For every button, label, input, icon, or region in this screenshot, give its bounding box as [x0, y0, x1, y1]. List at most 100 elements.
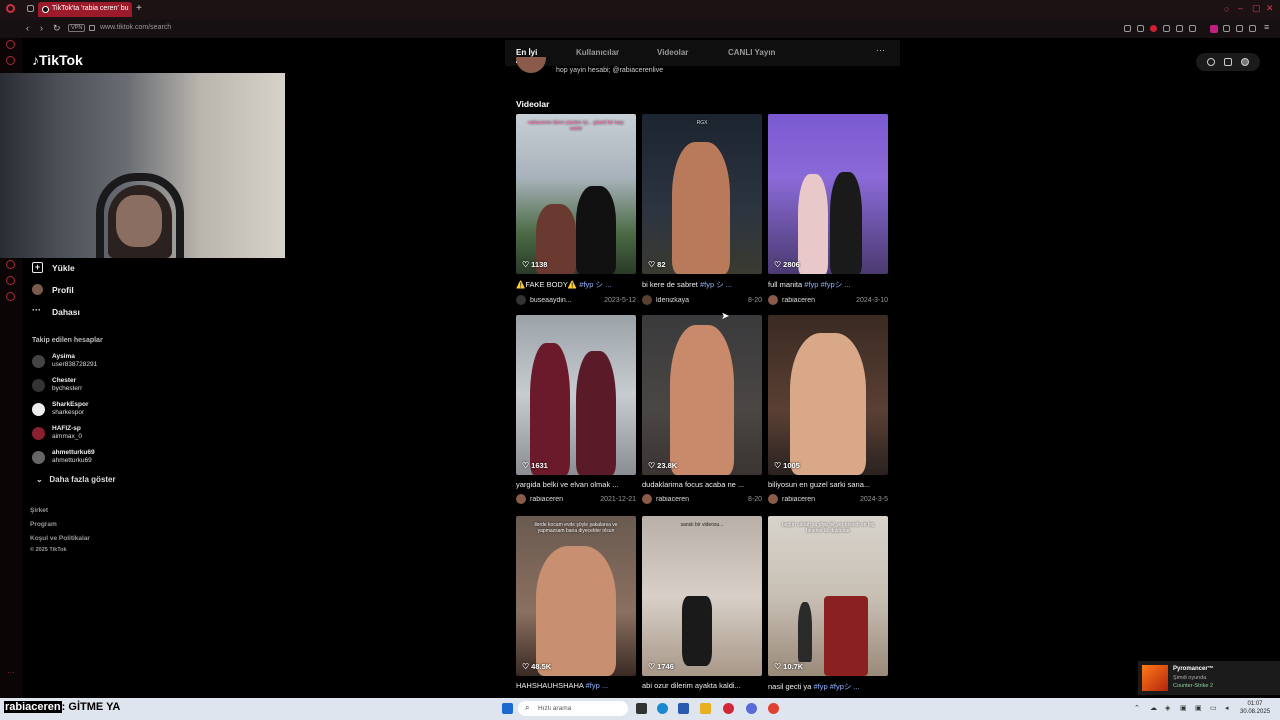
menu-more[interactable]: ··· Dahası [32, 306, 80, 317]
show-more-link[interactable]: ⌄ Daha fazla göster [36, 475, 116, 484]
video-card[interactable]: ilerde kocam evde şöyle şakalarsa ve yap… [516, 516, 636, 690]
video-thumbnail[interactable]: ♡ 1631 [516, 315, 636, 475]
video-card[interactable]: bugün sabah su diye bir yer tıkandı ve h… [768, 516, 888, 692]
video-author[interactable]: buseaaydin... [530, 297, 600, 304]
tab-live[interactable]: CANLI Yayın [728, 48, 775, 57]
opera-logo-icon[interactable] [6, 4, 15, 13]
sidebar-messenger-icon[interactable] [6, 56, 15, 65]
video-author[interactable]: rabiaceren [530, 496, 596, 503]
store-icon[interactable] [678, 703, 689, 714]
sidebar-history-icon[interactable] [6, 260, 15, 269]
video-thumbnail[interactable]: ♡ 23.8K [642, 315, 762, 475]
task-view-icon[interactable] [636, 703, 647, 714]
video-title[interactable]: nasil gecti ya #fyp #fypシ ... [768, 681, 888, 692]
back-icon[interactable]: ‹ [26, 23, 29, 33]
author-avatar[interactable] [768, 295, 778, 305]
tray-monitor-icon[interactable]: ▭ [1210, 704, 1217, 712]
user-result-avatar[interactable] [516, 57, 546, 73]
followed-account[interactable]: Chester bychesterr [32, 377, 82, 393]
player-icon[interactable] [1176, 25, 1183, 32]
tab-top[interactable]: En İyi [516, 48, 537, 57]
snapshot-icon[interactable] [1137, 25, 1144, 32]
followed-account[interactable]: ahmetturku69 ahmetturku69 [32, 449, 95, 465]
video-author[interactable]: ldenizkaya [656, 297, 744, 304]
phone-icon[interactable] [1223, 58, 1232, 66]
menu-profile[interactable]: Profil [32, 284, 74, 295]
tab-users[interactable]: Kullanıcılar [576, 48, 619, 57]
video-hashtag[interactable]: #fyp シ ... [579, 280, 611, 289]
video-thumbnail[interactable]: ♡ 2806 [768, 114, 888, 274]
author-avatar[interactable] [516, 494, 526, 504]
author-avatar[interactable] [642, 494, 652, 504]
translate-icon[interactable] [1163, 25, 1170, 32]
video-card[interactable]: ♡ 1631 yargida belki ve elvan olmak ... r… [516, 315, 636, 504]
video-hashtag[interactable]: #fyp #fypシ ... [813, 682, 859, 691]
menu-upload[interactable]: + Yükle [32, 262, 75, 273]
video-title[interactable]: full manita #fyp #fypシ ... [768, 279, 888, 290]
url-field[interactable]: www.tiktok.com/search [100, 24, 171, 31]
discord-icon[interactable] [746, 703, 757, 714]
video-title[interactable]: biliyosun en guzel sarki sana... [768, 480, 888, 489]
author-avatar[interactable] [768, 494, 778, 504]
tiktok-logo[interactable]: ♪TikTok [32, 52, 83, 68]
compass-icon[interactable] [1206, 58, 1215, 66]
profile-avatar-icon[interactable] [1241, 58, 1250, 66]
sidebar-more-icon[interactable]: ··· [7, 668, 15, 677]
tray-app-icon[interactable]: ▣ [1180, 704, 1187, 712]
sidebar-bookmarks-icon[interactable] [6, 276, 15, 285]
extensions-icon[interactable] [1223, 25, 1230, 32]
video-card[interactable]: ♡ 1005 biliyosun en guzel sarki sana... r… [768, 315, 888, 504]
bookmark-icon[interactable] [1124, 25, 1131, 32]
video-thumbnail[interactable]: rabiaceren ikinci yüzden içi... güzeli b… [516, 114, 636, 274]
video-card[interactable]: RGX ♡ 82 bi kere de sabret #fyp シ ... lde… [642, 114, 762, 305]
followed-account[interactable]: SharkEspor sharkespor [32, 401, 89, 417]
opera-taskbar-icon[interactable] [723, 703, 734, 714]
game-notification[interactable]: Pyromancer™ Şimdi oyunda Counter-Strike … [1138, 661, 1280, 695]
footer-terms[interactable]: Koşul ve Politikalar [30, 535, 90, 542]
record-icon[interactable] [1150, 25, 1157, 32]
tray-cloud-icon[interactable]: ☁ [1150, 704, 1157, 712]
taskbar-clock[interactable]: 01:07 30.08.2025 [1240, 700, 1270, 716]
tab-videos[interactable]: Videolar [657, 48, 688, 57]
video-card[interactable]: sanslı bir videosu... ♡ 1746 abi ozur dil… [642, 516, 762, 690]
close-window-icon[interactable]: ✕ [1266, 3, 1274, 14]
tray-app2-icon[interactable]: ▣ [1195, 704, 1202, 712]
video-author[interactable]: rabiaceren [782, 297, 852, 304]
video-title[interactable]: bi kere de sabret #fyp シ ... [642, 279, 762, 290]
tray-network-icon[interactable]: ◈ [1165, 704, 1170, 712]
footer-company[interactable]: Şirket [30, 507, 48, 514]
wallet-icon[interactable] [1236, 25, 1243, 32]
tray-volume-icon[interactable]: ◂ [1225, 704, 1229, 712]
new-tab-button[interactable]: + [136, 3, 142, 14]
maximize-icon[interactable]: ▢ [1252, 3, 1261, 14]
video-hashtag[interactable]: #fyp ... [586, 681, 609, 690]
video-title[interactable]: dudaklarima focus acaba ne ... [642, 480, 762, 489]
windows-start-icon[interactable] [502, 703, 513, 714]
extension-icon[interactable] [1210, 25, 1218, 33]
followed-account[interactable]: HAFIZ-sp aimmax_0 [32, 425, 82, 441]
app-icon[interactable] [768, 703, 779, 714]
video-card[interactable]: ♡ 2806 full manita #fyp #fypシ ... rabiace… [768, 114, 888, 305]
tray-chevron-icon[interactable]: ⌃ [1134, 704, 1140, 712]
video-thumbnail[interactable]: RGX ♡ 82 [642, 114, 762, 274]
reload-icon[interactable]: ↻ [53, 23, 61, 34]
sidebar-aria-icon[interactable] [6, 40, 15, 49]
sidebar-settings-icon[interactable] [6, 292, 15, 301]
heart-icon[interactable] [1189, 25, 1196, 32]
video-thumbnail[interactable]: bugün sabah su diye bir yer tıkandı ve h… [768, 516, 888, 676]
video-thumbnail[interactable]: ♡ 1005 [768, 315, 888, 475]
video-title[interactable]: ⚠️FAKE BODY⚠️ #fyp シ ... [516, 279, 636, 290]
minimize-icon[interactable]: – [1238, 3, 1243, 13]
video-title[interactable]: HAHSHAUHSHAHA #fyp ... [516, 681, 636, 690]
video-card[interactable]: rabiaceren ikinci yüzden içi... güzeli b… [516, 114, 636, 305]
video-title[interactable]: yargida belki ve elvan olmak ... [516, 480, 636, 489]
download-icon[interactable] [1249, 25, 1256, 32]
author-avatar[interactable] [642, 295, 652, 305]
video-thumbnail[interactable]: sanslı bir videosu... ♡ 1746 [642, 516, 762, 676]
search-tabs-icon[interactable]: ○ [1224, 4, 1229, 14]
video-thumbnail[interactable]: ilerde kocam evde şöyle şakalarsa ve yap… [516, 516, 636, 676]
menu-icon[interactable]: ≡ [1264, 22, 1269, 32]
video-hashtag[interactable]: #fyp シ ... [700, 280, 732, 289]
more-options-icon[interactable]: ··· [876, 45, 885, 55]
forward-icon[interactable]: › [40, 23, 43, 33]
